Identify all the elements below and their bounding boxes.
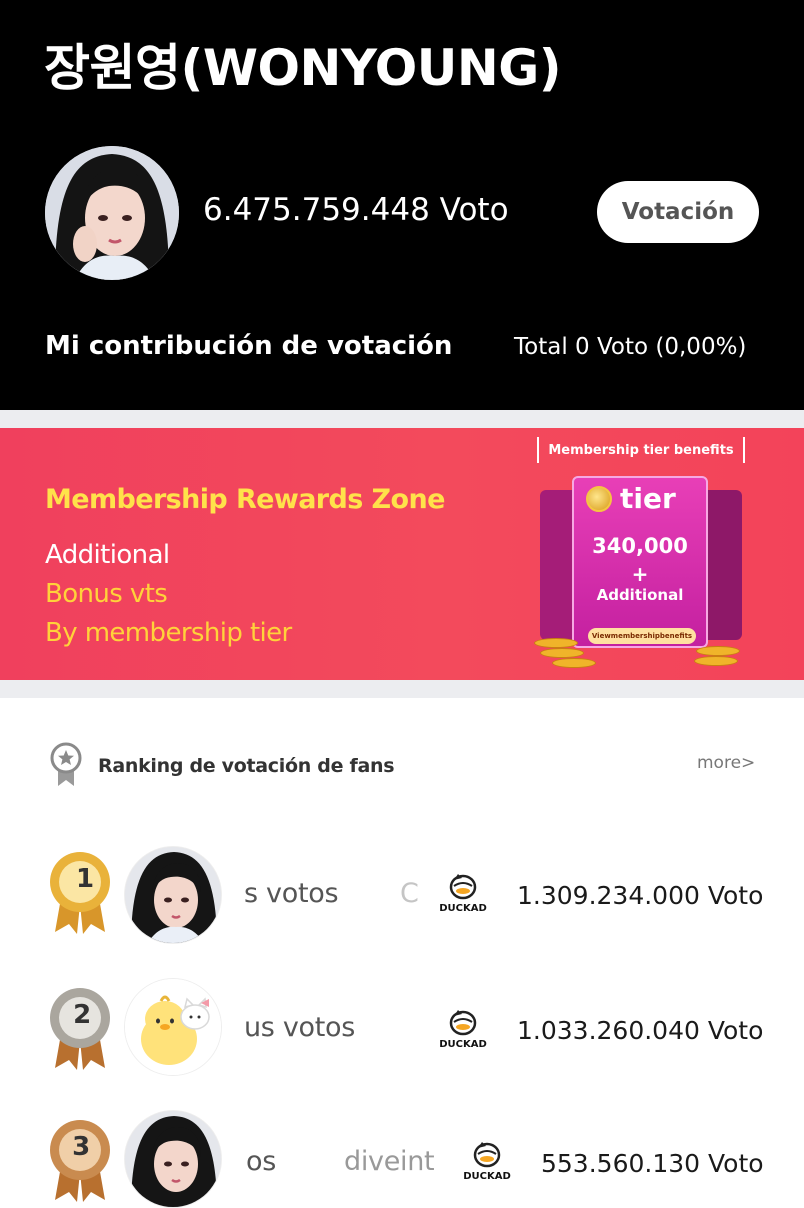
fan-name-visible: os xyxy=(246,1146,276,1177)
page-title: 장원영(WONYOUNG) xyxy=(44,39,562,97)
fan-votes: 1.309.234.000 Voto xyxy=(517,881,764,910)
total-votes: 6.475.759.448 Voto xyxy=(203,192,509,228)
fan-name-visible: us votos xyxy=(244,1012,356,1043)
gold-coin-icon xyxy=(586,486,612,512)
view-membership-benefits-button[interactable]: Viewmembershipbenefits xyxy=(588,628,696,644)
ranking-title: Ranking de votación de fans xyxy=(98,755,395,777)
banner-line-additional: Additional xyxy=(45,540,170,570)
banner-line-bonus: Bonus vts xyxy=(45,579,168,609)
banner-title: Membership Rewards Zone xyxy=(45,484,445,515)
fan-photo-icon xyxy=(125,1111,221,1207)
rank-number: 2 xyxy=(73,1000,91,1030)
fan-name: s votos xyxy=(244,878,339,909)
coin-stack-icon xyxy=(552,658,596,668)
duckad-label: DUCKAD xyxy=(439,903,487,914)
fan-votes: 553.560.130 Voto xyxy=(541,1149,764,1178)
ranking-badge-icon xyxy=(50,742,82,786)
chick-character-icon xyxy=(125,979,221,1075)
coin-stack-icon xyxy=(534,638,578,648)
fan-avatar[interactable] xyxy=(124,978,222,1076)
fan-photo-icon xyxy=(125,847,221,943)
fan-name-visible: s votos xyxy=(244,878,339,909)
tier-amount: 340,000 xyxy=(592,534,688,558)
fan-avatar[interactable] xyxy=(124,1110,222,1208)
fan-avatar[interactable] xyxy=(124,846,222,944)
contribution-value: Total 0 Voto (0,00%) xyxy=(514,334,747,360)
tier-plus: + xyxy=(631,562,649,586)
fan-name-faded: C xyxy=(400,878,419,909)
banner-line-tier: By membership tier xyxy=(45,618,292,648)
fan-name-faded: diveint xyxy=(344,1146,435,1177)
coin-stack-icon xyxy=(540,648,584,658)
idol-header: 장원영(WONYOUNG) 6.475.759.448 Voto Votació… xyxy=(0,0,804,410)
divider xyxy=(0,410,804,428)
duckad-logo-icon[interactable]: DUCKAD xyxy=(432,1008,494,1050)
idol-photo-icon xyxy=(45,146,179,280)
duckad-label: DUCKAD xyxy=(439,1039,487,1050)
duckad-logo-icon[interactable]: DUCKAD xyxy=(456,1140,518,1182)
rank-number: 1 xyxy=(76,864,94,894)
membership-tier-benefits-tag: Membership tier benefits xyxy=(537,437,745,463)
duckad-label: DUCKAD xyxy=(463,1171,511,1182)
tier-additional: Additional xyxy=(596,586,684,604)
gold-tier-ticket: tier 340,000 + Additional Viewmembership… xyxy=(572,476,708,648)
tier-word: tier xyxy=(620,482,676,515)
more-link[interactable]: more> xyxy=(697,753,755,773)
vote-button[interactable]: Votación xyxy=(597,181,759,243)
divider xyxy=(0,680,804,698)
idol-avatar[interactable] xyxy=(45,146,179,280)
fan-votes: 1.033.260.040 Voto xyxy=(517,1016,764,1045)
contribution-label: Mi contribución de votación xyxy=(45,331,453,361)
rank-number: 3 xyxy=(72,1132,90,1162)
coin-stack-icon xyxy=(694,656,738,666)
duckad-logo-icon[interactable]: DUCKAD xyxy=(432,872,494,914)
coin-stack-icon xyxy=(696,646,740,656)
